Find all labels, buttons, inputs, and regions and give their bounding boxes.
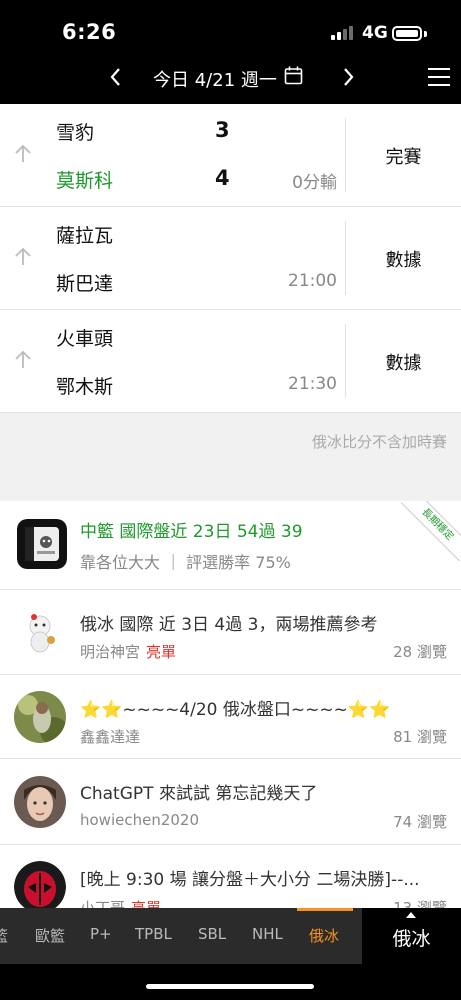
overtime-notice: 俄冰比分不含加時賽 xyxy=(311,433,447,451)
home-team: 雪豹 xyxy=(56,122,95,144)
game-status-button[interactable]: 完賽 xyxy=(346,104,461,207)
home-team: 薩拉瓦 xyxy=(56,225,114,247)
post-views: 81 瀏覽 xyxy=(393,728,447,746)
tab-basketball[interactable]: 籃 xyxy=(0,925,8,946)
game-row[interactable]: 火車頭 鄂木斯 21:30 數據 xyxy=(0,310,461,413)
post-item[interactable]: [晚上 9:30 場 讓分盤＋大小分 二場決勝]--... 小丁哥 亮單 13 瀏… xyxy=(0,845,461,908)
avatar[interactable] xyxy=(14,776,66,828)
post-item[interactable]: ChatGPT 來試試 第忘記幾天了 howiechen2020 74 瀏覽 xyxy=(0,759,461,845)
notice-area: 俄冰比分不含加時賽 xyxy=(0,413,461,501)
post-views: 13 瀏覽 xyxy=(393,899,447,908)
pin-arrow-icon[interactable] xyxy=(13,144,33,164)
prev-day-button[interactable] xyxy=(104,64,128,90)
tab-p-plus[interactable]: P+ xyxy=(90,925,112,943)
game-time: 21:30 xyxy=(288,374,337,394)
post-author[interactable]: 小丁哥 xyxy=(80,899,125,908)
game-row[interactable]: 雪豹 莫斯科 3 4 0分輸 完賽 xyxy=(0,104,461,207)
post-item[interactable]: 俄冰 國際 近 3日 4過 3，兩場推薦參考 明治神宮 亮單 28 瀏覽 xyxy=(0,590,461,675)
caret-up-icon xyxy=(406,912,416,918)
next-day-button[interactable] xyxy=(336,64,360,90)
battery-cap xyxy=(424,31,427,37)
avatar[interactable] xyxy=(17,519,67,569)
current-sport-selector[interactable]: 俄冰 xyxy=(362,908,461,964)
chevron-left-icon xyxy=(110,68,120,86)
tab-russian-hockey[interactable]: 俄冰 xyxy=(309,925,339,946)
hamburger-menu-icon[interactable] xyxy=(428,68,450,86)
status-bar: 6:26 4G xyxy=(0,0,461,56)
avatar[interactable] xyxy=(14,861,66,908)
game-row[interactable]: 薩拉瓦 斯巴達 21:00 數據 xyxy=(0,207,461,310)
away-team: 斯巴達 xyxy=(56,273,114,295)
battery-icon xyxy=(392,26,422,41)
post-title: 俄冰 國際 近 3日 4過 3，兩場推薦參考 xyxy=(80,615,378,635)
pin-arrow-icon[interactable] xyxy=(13,350,33,370)
post-title: [晚上 9:30 場 讓分盤＋大小分 二場決勝]--... xyxy=(80,870,420,890)
main-content: 雪豹 莫斯科 3 4 0分輸 完賽 薩拉瓦 斯巴達 21:00 數據 火車頭 鄂… xyxy=(0,104,461,908)
post-author[interactable]: howiechen2020 xyxy=(80,811,199,829)
away-team: 莫斯科 xyxy=(56,170,114,192)
date-nav-bar: 今日 4/21 週一 xyxy=(0,56,461,104)
featured-post[interactable]: 中籃 國際盤近 23日 54過 39 靠各位大大 ｜ 評選勝率 75% 長期穩定 xyxy=(0,501,461,590)
tab-nhl[interactable]: NHL xyxy=(252,925,283,943)
pin-arrow-icon[interactable] xyxy=(13,247,33,267)
game-stats-button[interactable]: 數據 xyxy=(346,207,461,310)
home-indicator xyxy=(146,984,314,989)
game-stats-button[interactable]: 數據 xyxy=(346,310,461,413)
post-title: 中籃 國際盤近 23日 54過 39 xyxy=(80,522,303,542)
ribbon-badge: 長期穩定 xyxy=(401,501,461,561)
current-sport-label: 俄冰 xyxy=(392,928,431,950)
home-score: 3 xyxy=(215,118,230,142)
post-meta: howiechen2020 xyxy=(80,811,199,829)
game-time: 21:00 xyxy=(288,271,337,291)
chevron-right-icon xyxy=(344,68,354,86)
active-tab-indicator xyxy=(297,908,353,911)
post-title: ⭐⭐~~~~4/20 俄冰盤口~~~~⭐⭐ xyxy=(80,700,391,720)
post-tag: 亮單 xyxy=(146,643,177,661)
post-title: ChatGPT 來試試 第忘記幾天了 xyxy=(80,784,318,804)
post-item[interactable]: ⭐⭐~~~~4/20 俄冰盤口~~~~⭐⭐ 鑫鑫達達 81 瀏覽 xyxy=(0,675,461,759)
tab-euro-basketball[interactable]: 歐籃 xyxy=(35,925,65,946)
calendar-icon[interactable] xyxy=(284,66,303,85)
post-meta: 鑫鑫達達 xyxy=(80,726,140,747)
tab-tpbl[interactable]: TPBL xyxy=(135,925,172,943)
status-time: 6:26 xyxy=(62,20,117,44)
post-views: 74 瀏覽 xyxy=(393,813,447,831)
current-date-label[interactable]: 今日 4/21 週一 xyxy=(153,66,277,92)
network-label: 4G xyxy=(362,23,388,43)
away-team: 鄂木斯 xyxy=(56,376,114,398)
post-tag: 亮單 xyxy=(131,899,162,908)
away-score: 4 xyxy=(215,166,230,190)
sport-tabs: 籃 歐籃 P+ TPBL SBL NHL 俄冰 xyxy=(0,908,362,964)
post-meta: 明治神宮 亮單 xyxy=(80,641,176,662)
handicap-result: 0分輸 xyxy=(292,173,337,193)
post-author[interactable]: 明治神宮 xyxy=(80,643,140,661)
home-team: 火車頭 xyxy=(56,328,114,350)
ribbon-label: 長期穩定 xyxy=(401,501,461,561)
avatar[interactable] xyxy=(14,606,66,658)
post-author[interactable]: 鑫鑫達達 xyxy=(80,728,140,746)
post-meta: 靠各位大大 ｜ 評選勝率 75% xyxy=(80,553,291,572)
signal-icon xyxy=(331,26,355,40)
avatar[interactable] xyxy=(14,691,66,743)
post-views: 28 瀏覽 xyxy=(393,643,447,661)
tab-sbl[interactable]: SBL xyxy=(198,925,226,943)
post-meta: 小丁哥 亮單 xyxy=(80,897,161,908)
